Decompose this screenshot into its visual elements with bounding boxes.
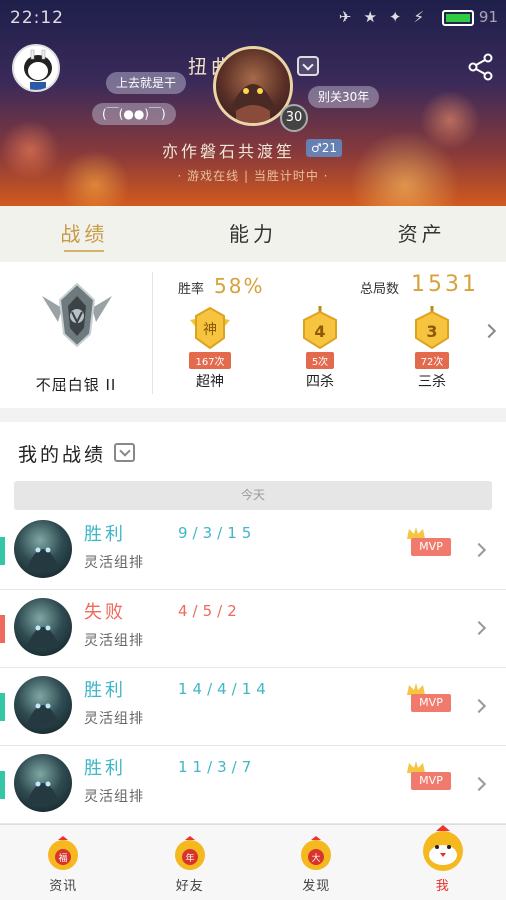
nav-label: 好友 (175, 879, 204, 894)
nav-me[interactable]: 我 (380, 825, 506, 900)
badge-triple-kill: 3 72次 三杀 (397, 306, 467, 391)
level-badge: 30 (280, 104, 308, 132)
match-row[interactable]: 胜利 灵活组排 11/3/7 MVP (0, 746, 506, 824)
chevron-right-icon[interactable] (481, 323, 497, 339)
signature: 亦作磐石共渡笙 (162, 142, 296, 161)
online-status: · 游戏在线 | 当胜计时中 · (177, 169, 329, 183)
match-row[interactable]: 胜利 灵活组排 14/4/14 MVP (0, 668, 506, 746)
profile-tag: (￣(●●)￣) (92, 103, 176, 125)
match-mode: 灵活组排 (84, 789, 144, 805)
match-result: 胜利 (84, 524, 126, 545)
date-group-header: 今天 (14, 481, 492, 510)
tab-ability[interactable]: 能力 (169, 206, 338, 262)
champion-icon (14, 754, 72, 812)
status-time: 22:12 (10, 8, 64, 28)
firework-decoration (420, 90, 480, 150)
mvp-badge: MVP (411, 772, 451, 790)
account-dropdown-button[interactable] (297, 56, 319, 76)
nav-label: 发现 (302, 879, 331, 894)
badge-name: 超神 (196, 374, 224, 390)
badge-name: 四杀 (306, 374, 334, 390)
badge-count: 167次 (189, 352, 231, 369)
profile-tag: 别关30年 (308, 86, 380, 108)
badge-quadra-kill: 4 5次 四杀 (285, 306, 355, 391)
badge-name: 三杀 (418, 374, 446, 390)
bottom-nav: 福 资讯 年 好友 大 发现 我 (0, 824, 506, 900)
badge-icon-text: 神 (203, 322, 217, 338)
win-rate-value: 58% (214, 274, 265, 298)
result-indicator (0, 693, 5, 721)
chick-news-icon: 福 (48, 836, 79, 870)
rank-name: 不屈白银 II (35, 376, 117, 394)
nav-news[interactable]: 福 资讯 (0, 825, 127, 900)
match-result: 失败 (84, 602, 126, 623)
match-kda: 4/5/2 (178, 602, 242, 620)
tab-assets[interactable]: 资产 (337, 206, 506, 262)
chick-me-icon (422, 825, 463, 871)
match-row[interactable]: 胜利 灵活组排 9/3/15 MVP (0, 512, 506, 590)
badge-count: 72次 (414, 352, 450, 369)
gender-age-badge: ♂21 (306, 139, 343, 157)
nav-friends[interactable]: 年 好友 (127, 825, 254, 900)
total-games-value: 1531 (411, 272, 479, 297)
stats-card[interactable]: 不屈白银 II 胜率 58% 总局数 1531 神 167次 超神 4 5次 四… (0, 262, 506, 408)
status-bar: 22:12 ✈★✦⚡ 91 (0, 0, 506, 36)
tab-record[interactable]: 战绩 (0, 206, 169, 262)
champion-icon (14, 598, 72, 656)
match-mode: 灵活组排 (84, 555, 144, 571)
match-result: 胜利 (84, 680, 126, 701)
badge-legendary: 神 167次 超神 (175, 306, 245, 391)
nav-icon-text: 福 (59, 852, 68, 864)
sword-shield-icon: 4 (298, 306, 342, 350)
badge-count: 5次 (305, 352, 335, 369)
match-kda: 11/3/7 (178, 758, 257, 776)
chick-friends-icon: 年 (174, 836, 205, 870)
mvp-badge: MVP (411, 538, 451, 556)
total-games-label: 总局数 (360, 282, 400, 297)
nav-icon-text: 大 (312, 852, 321, 864)
rank-emblem-icon (38, 278, 116, 350)
user-avatar[interactable] (12, 44, 60, 92)
chevron-right-icon (471, 620, 487, 636)
champion-icon (14, 676, 72, 734)
match-row[interactable]: 失败 灵活组排 4/5/2 (0, 590, 506, 668)
match-result: 胜利 (84, 758, 126, 779)
profile-header: 22:12 ✈★✦⚡ 91 扭曲丛林 3 (0, 0, 506, 206)
chevron-right-icon (471, 542, 487, 558)
match-mode: 灵活组排 (84, 633, 144, 649)
match-kda: 14/4/14 (178, 680, 271, 698)
result-indicator (0, 615, 5, 643)
badge-icon-text: 3 (426, 322, 437, 341)
battery-icon (442, 10, 474, 26)
profile-tag: 上去就是干 (106, 72, 187, 94)
champion-icon (14, 520, 72, 578)
match-kda: 9/3/15 (178, 524, 257, 542)
match-records: 我的战绩 今天 胜利 灵活组排 9/3/15 MVP 失败 灵活组排 4/5/2… (0, 422, 506, 824)
wing-shield-icon: 神 (188, 306, 232, 350)
records-title: 我的战绩 (18, 444, 107, 466)
status-icons: ✈★✦⚡ (338, 8, 436, 26)
chevron-right-icon (471, 698, 487, 714)
sword-shield-icon: 3 (410, 306, 454, 350)
profile-tabs: 战绩 能力 资产 (0, 206, 506, 262)
chevron-right-icon (471, 776, 487, 792)
chick-discover-icon: 大 (301, 836, 332, 870)
battery-level: 91 (478, 8, 498, 26)
mvp-badge: MVP (411, 694, 451, 712)
nav-icon-text: 年 (185, 852, 194, 864)
match-mode: 灵活组排 (84, 711, 144, 727)
result-indicator (0, 537, 5, 565)
badge-icon-text: 4 (314, 322, 325, 341)
records-filter-dropdown[interactable] (114, 443, 135, 462)
nav-label: 我 (435, 879, 450, 894)
share-icon[interactable] (466, 52, 496, 82)
nav-label: 资讯 (49, 879, 78, 894)
nav-discover[interactable]: 大 发现 (253, 825, 380, 900)
result-indicator (0, 771, 5, 799)
divider (152, 272, 153, 394)
win-rate-label: 胜率 (178, 282, 205, 297)
